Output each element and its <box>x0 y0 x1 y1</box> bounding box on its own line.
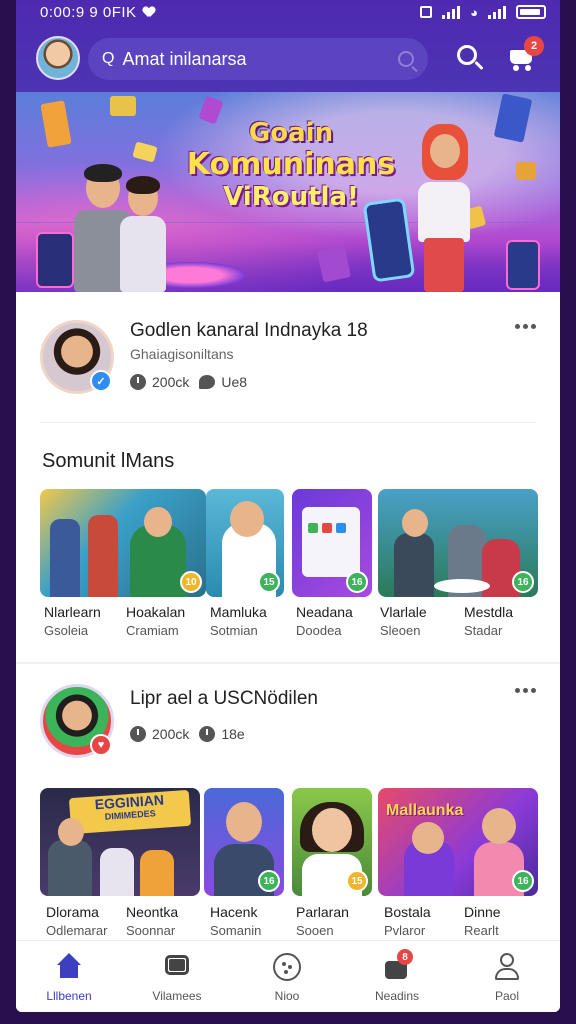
thumbnail-badge: 16 <box>512 571 534 593</box>
thumbnail-row: 10 15 16 16 <box>40 489 538 599</box>
community-card-1: ✓ Godlen kanaral Indnayka 18 Ghaiagisoni… <box>16 292 560 660</box>
status-time: 0:00:9 9 0FIK <box>40 3 137 21</box>
list-item[interactable]: Hoakalan Cramiam <box>126 604 212 638</box>
views-icon <box>130 726 146 742</box>
search-icon[interactable] <box>456 44 484 72</box>
thumbnail-text: Mallaunka <box>386 802 464 819</box>
thumbnail-badge: 10 <box>180 571 202 593</box>
list-item[interactable]: Mamluka Sotmian <box>210 604 296 638</box>
thumbnail-badge: 16 <box>512 870 534 892</box>
floating-tile <box>516 162 536 180</box>
search-bar[interactable]: Q <box>88 38 428 80</box>
home-status-icon <box>420 6 433 18</box>
heart-icon <box>143 7 155 17</box>
creator-row[interactable]: ✓ Godlen kanaral Indnayka 18 Ghaiagisoni… <box>40 320 540 398</box>
thumbnail-2[interactable]: 16 <box>204 788 284 896</box>
person-illustration <box>120 176 170 292</box>
thumbnail-badge: 15 <box>258 571 280 593</box>
nav-item-home[interactable]: Lllbenen <box>24 953 114 1003</box>
list-item[interactable]: Mestdla Stadar <box>464 604 550 638</box>
list-item[interactable]: Dlorama Odlemarar <box>46 904 132 938</box>
floating-tile <box>110 96 136 116</box>
home-icon <box>55 953 83 981</box>
bottom-navigation: Lllbenen Vilamees Nioo 8 Neadins Paol <box>16 940 560 1012</box>
notification-badge: 8 <box>397 949 413 965</box>
search-input[interactable] <box>122 48 398 70</box>
list-item[interactable]: Neontka Soonnar <box>126 904 212 938</box>
views-icon <box>130 374 146 390</box>
thumbnail-4[interactable]: Mallaunka 16 <box>378 788 538 896</box>
banner-headline: Goain Komuninans ViRoutla! <box>176 120 406 210</box>
list-item[interactable]: Nlarlearn Gsoleia <box>44 604 130 638</box>
cart-badge: 2 <box>524 36 544 56</box>
list-item[interactable]: Hacenk Somanin <box>210 904 296 938</box>
list-item[interactable]: Dinne Rearlt <box>464 904 550 938</box>
views-count: 200ck <box>152 374 190 390</box>
item-labels: Nlarlearn Gsoleia Hoakalan Cramiam Mamlu… <box>40 604 540 644</box>
search-field-icon[interactable] <box>398 51 414 67</box>
search-prefix-icon: Q <box>102 50 115 67</box>
cell-icon <box>488 5 506 19</box>
verified-icon: ♥ <box>90 734 112 756</box>
comments-icon <box>199 375 216 389</box>
thumbnail-badge: 16 <box>346 571 368 593</box>
thumbnail-3[interactable]: 15 <box>292 788 372 896</box>
creator-row[interactable]: ♥ Lipr ael a USCNödilen 200ck 18e <box>40 684 540 762</box>
creator-subtitle: Ghaiagisoniltans <box>130 346 234 362</box>
person-illustration <box>412 122 478 292</box>
comments-count: 18e <box>221 726 245 742</box>
views-count: 200ck <box>152 726 190 742</box>
thumbnail-4[interactable]: 16 <box>378 489 538 597</box>
list-item[interactable]: Neadana Doodea <box>296 604 382 638</box>
comments-count: Ue8 <box>221 374 248 390</box>
profile-icon <box>493 953 521 981</box>
wifi-icon: ◕ <box>470 4 478 20</box>
nav-item-messages[interactable]: Vilamees <box>132 953 222 1003</box>
list-item[interactable]: Vlarlale Sleoen <box>380 604 466 638</box>
nav-item-notifications[interactable]: 8 Neadins <box>352 949 442 1003</box>
list-item[interactable]: Bostala Pvlaror <box>384 904 470 938</box>
banner-line-3: ViRoutla! <box>223 182 359 212</box>
thumbnail-1[interactable]: EGGINIAN DIMIMEDES <box>40 788 200 896</box>
creator-title: Lipr ael a USCNödilen <box>130 688 318 709</box>
phone-illustration <box>506 240 540 290</box>
divider <box>40 422 536 423</box>
chat-icon <box>163 953 191 981</box>
list-item[interactable]: Parlaran Sooen <box>296 904 382 938</box>
phone-illustration <box>36 232 74 288</box>
item-labels: Dlorama Odlemarar Neontka Soonnar Hacenk… <box>40 904 540 944</box>
app-frame: 0:00:9 9 0FIK ◕ Q Amat inilanarsa 2 Goai… <box>16 0 560 1012</box>
more-options-icon[interactable] <box>515 324 536 329</box>
thumbnail-badge: 16 <box>258 870 280 892</box>
signal-icon <box>442 5 461 19</box>
thumbnail-1[interactable]: 10 <box>40 489 206 597</box>
notification-icon: 8 <box>383 949 413 981</box>
banner-line-2: Komuninans <box>186 147 396 182</box>
creator-stats: 200ck Ue8 <box>130 374 247 390</box>
thumbnail-2[interactable]: 15 <box>206 489 284 597</box>
creator-title: Godlen kanaral Indnayka 18 <box>130 320 368 341</box>
nav-item-discover[interactable]: Nioo <box>242 953 332 1003</box>
thumbnail-badge: 15 <box>346 870 368 892</box>
thumbnail-row: EGGINIAN DIMIMEDES 16 15 Mallaunka 16 <box>40 788 538 898</box>
promo-banner[interactable]: Goain Komuninans ViRoutla! <box>16 92 560 292</box>
creator-stats: 200ck 18e <box>130 726 245 742</box>
more-options-icon[interactable] <box>515 688 536 693</box>
user-avatar[interactable] <box>36 36 80 80</box>
top-bar: 0:00:9 9 0FIK ◕ Q Amat inilanarsa 2 <box>16 0 560 92</box>
section-title: Somunit lMans <box>42 450 175 472</box>
status-bar: 0:00:9 9 0FIK ◕ <box>40 2 546 22</box>
battery-icon <box>516 5 546 19</box>
dots-circle-icon <box>273 953 301 981</box>
verified-icon: ✓ <box>90 370 112 392</box>
thumbnail-3[interactable]: 16 <box>292 489 372 597</box>
nav-item-profile[interactable]: Paol <box>462 953 552 1003</box>
banner-line-1: Goain <box>248 118 334 148</box>
community-card-2: ♥ Lipr ael a USCNödilen 200ck 18e EGGINI… <box>16 664 560 940</box>
comments-icon <box>199 726 216 742</box>
